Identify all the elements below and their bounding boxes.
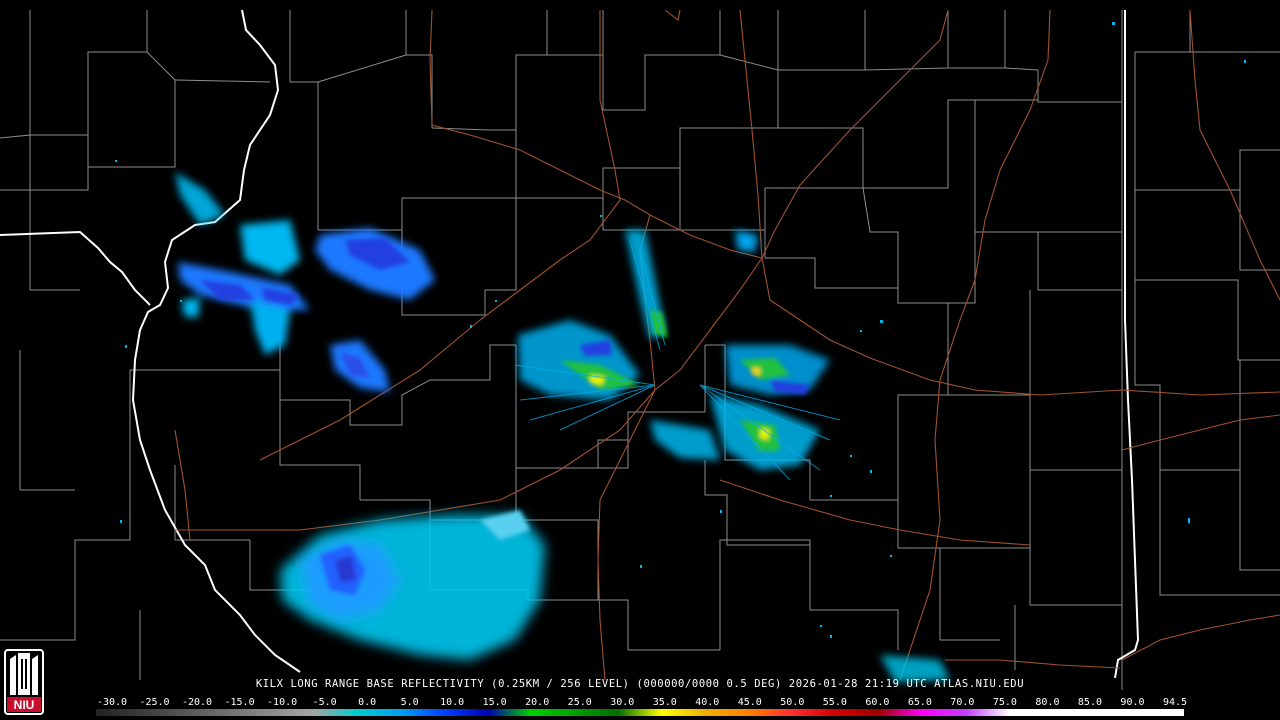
colorbar-segment <box>444 709 488 716</box>
colorbar-label: 10.0 <box>440 697 465 708</box>
colorbar-segment <box>792 709 836 716</box>
colorbar-segment <box>748 709 793 716</box>
colorbar-label: -15.0 <box>224 697 255 708</box>
colorbar-segment <box>1096 709 1141 716</box>
colorbar-segment <box>966 709 1010 716</box>
colorbar-label: 65.0 <box>907 697 932 708</box>
colorbar-segment <box>313 709 358 716</box>
colorbar-labels: -30.0 -25.0 -20.0 -15.0 -10.0 -5.0 0.0 5.0 10.0 1… <box>0 697 1280 709</box>
colorbar-label: 40.0 <box>695 697 720 708</box>
colorbar-segment <box>705 709 749 716</box>
colorbar-segment <box>1009 709 1054 716</box>
reflectivity-echoes <box>115 22 1246 682</box>
colorbar-segment <box>139 709 184 716</box>
colorbar-label: -30.0 <box>96 697 128 708</box>
colorbar-label: 55.0 <box>822 697 847 708</box>
colorbar-label: 35.0 <box>652 697 677 708</box>
colorbar-segment <box>574 709 619 716</box>
colorbar-label: 75.0 <box>992 697 1017 708</box>
colorbar-label: -5.0 <box>312 697 337 708</box>
colorbar-label: 15.0 <box>482 697 507 708</box>
colorbar-label: 94.5 <box>1162 697 1188 708</box>
colorbar-label: 25.0 <box>567 697 592 708</box>
colorbar-label: 45.0 <box>737 697 762 708</box>
colorbar-label: 80.0 <box>1035 697 1060 708</box>
colorbar-label: 20.0 <box>525 697 550 708</box>
colorbar-segment <box>879 709 923 716</box>
colorbar-segment <box>661 709 706 716</box>
colorbar-segment <box>922 709 967 716</box>
colorbar-segment <box>531 709 575 716</box>
colorbar-segment <box>487 709 532 716</box>
colorbar-label: -25.0 <box>139 697 170 708</box>
colorbar-label: -20.0 <box>181 697 213 708</box>
radar-map <box>0 9 1280 690</box>
reflectivity-colorbar <box>96 709 1184 716</box>
colorbar-segment <box>183 709 227 716</box>
colorbar-label: 0.0 <box>358 697 377 708</box>
colorbar-label: 85.0 <box>1077 697 1102 708</box>
colorbar-segment <box>835 709 880 716</box>
county-boundaries <box>0 10 1280 690</box>
colorbar-segment <box>270 709 314 716</box>
colorbar-label: 50.0 <box>780 697 805 708</box>
colorbar-segment <box>618 709 662 716</box>
colorbar-label: 30.0 <box>610 697 635 708</box>
colorbar-segment <box>1140 709 1184 716</box>
colorbar-label: 5.0 <box>400 697 419 708</box>
colorbar-segment <box>1053 709 1097 716</box>
colorbar-segment <box>226 709 271 716</box>
colorbar-segment <box>96 709 140 716</box>
product-title: KILX LONG RANGE BASE REFLECTIVITY (0.25K… <box>255 678 1025 690</box>
colorbar-label: 60.0 <box>865 697 890 708</box>
colorbar-label: 70.0 <box>950 697 975 708</box>
colorbar-segment <box>400 709 445 716</box>
colorbar-label: -10.0 <box>267 697 298 708</box>
colorbar-segment <box>357 709 401 716</box>
colorbar-label: 90.0 <box>1120 697 1145 708</box>
